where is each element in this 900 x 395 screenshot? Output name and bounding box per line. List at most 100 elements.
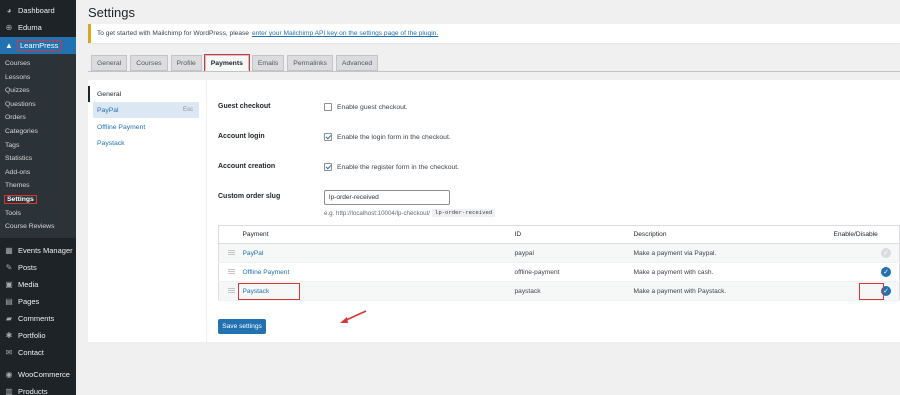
menu-label: Portfolio	[18, 330, 46, 340]
enable-cell: ✓	[833, 243, 900, 263]
drag-handle-cell[interactable]	[218, 281, 243, 301]
table-row: PayPal paypal Make a payment via Paypal.…	[218, 243, 900, 263]
menu-events-manager[interactable]: ▦ Events Manager	[0, 242, 76, 259]
account-creation-checkbox[interactable]	[324, 163, 332, 171]
tab-general[interactable]: General	[91, 55, 128, 71]
menu-posts[interactable]: ✎ Posts	[0, 259, 76, 276]
tab-permalinks[interactable]: Permalinks	[287, 55, 333, 71]
submenu-quizzes[interactable]: Quizzes	[0, 84, 76, 98]
payment-description: Make a payment with Paystack.	[633, 281, 834, 301]
menu-dashboard[interactable]: ◕ Dashboard	[0, 2, 76, 19]
submenu-add-ons[interactable]: Add-ons	[0, 166, 76, 180]
menu-media[interactable]: ▣ Media	[0, 276, 76, 293]
submenu-courses[interactable]: Courses	[0, 57, 76, 71]
menu-contact[interactable]: ✉ Contact	[0, 344, 76, 361]
subnav-paystack[interactable]: Paystack	[88, 135, 204, 151]
menu-comments[interactable]: ▰ Comments	[0, 310, 76, 327]
slug-hint: e.g. http://localhost:10004/lp-checkout/…	[324, 209, 496, 217]
tab-profile[interactable]: Profile	[170, 55, 202, 71]
admin-sidebar: ◕ Dashboard ⊕ Eduma ▲ LearnPress Courses…	[0, 0, 76, 395]
check-circle-icon[interactable]: ✓	[881, 248, 891, 258]
woocommerce-icon: ◉	[5, 369, 13, 379]
save-settings-button[interactable]: Save settings	[218, 319, 266, 334]
menu-label: Posts	[18, 262, 37, 272]
settings-tabs: General Courses Profile Payments Emails …	[91, 54, 379, 72]
enable-cell: ✓	[833, 262, 900, 282]
payment-link[interactable]: PayPal	[243, 250, 264, 257]
drag-handle-cell[interactable]	[218, 243, 243, 263]
tab-courses[interactable]: Courses	[130, 55, 168, 71]
menu-label: Comments	[18, 313, 55, 323]
submenu-settings[interactable]: Settings	[0, 193, 76, 207]
account-login-field[interactable]: Enable the login form in the checkout.	[324, 133, 451, 141]
payment-link[interactable]: Offline Payment	[243, 269, 290, 276]
check-circle-icon[interactable]: ✓	[881, 286, 891, 296]
submenu-orders[interactable]: Orders	[0, 111, 76, 125]
payment-link[interactable]: Paystack	[243, 288, 270, 295]
submenu-tags[interactable]: Tags	[0, 139, 76, 153]
esc-hint: Esc	[182, 107, 193, 113]
subnav-offline-payment[interactable]: Offline Payment	[88, 119, 204, 135]
guest-checkout-field[interactable]: Enable guest checkout.	[324, 103, 408, 111]
tabs-divider	[88, 71, 900, 72]
learnpress-icon: ▲	[5, 41, 13, 50]
account-creation-text: Enable the register form in the checkout…	[337, 163, 460, 171]
account-creation-field[interactable]: Enable the register form in the checkout…	[324, 163, 459, 171]
guest-checkout-text: Enable guest checkout.	[337, 103, 408, 111]
payment-description: Make a payment with cash.	[633, 262, 834, 282]
submenu-course-reviews[interactable]: Course Reviews	[0, 220, 76, 234]
submenu-questions[interactable]: Questions	[0, 98, 76, 112]
menu-label: Products	[18, 386, 48, 395]
table-row: Offline Payment offline-payment Make a p…	[218, 262, 900, 282]
menu-products[interactable]: ▥ Products	[0, 383, 76, 395]
check-circle-icon[interactable]: ✓	[881, 267, 891, 277]
account-login-checkbox[interactable]	[324, 133, 332, 141]
custom-order-slug-input[interactable]: lp-order-received	[324, 190, 450, 205]
drag-column-header	[218, 225, 243, 244]
drag-handle-icon[interactable]	[228, 287, 235, 293]
media-icon: ▣	[5, 279, 13, 289]
drag-handle-icon[interactable]	[228, 249, 235, 255]
menu-learnpress[interactable]: ▲ LearnPress	[0, 37, 76, 54]
submenu-tools[interactable]: Tools	[0, 207, 76, 221]
menu-woocommerce[interactable]: ◉ WooCommerce	[0, 366, 76, 383]
eduma-icon: ⊕	[5, 23, 13, 32]
payment-id: paystack	[514, 281, 634, 301]
learnpress-submenu: Courses Lessons Quizzes Questions Orders…	[0, 54, 76, 238]
portfolio-icon: ✱	[5, 330, 13, 340]
guest-checkout-label: Guest checkout	[218, 103, 271, 110]
mailchimp-notice: To get started with Mailchimp for WordPr…	[88, 24, 900, 43]
submenu-statistics[interactable]: Statistics	[0, 152, 76, 166]
submenu-categories[interactable]: Categories	[0, 125, 76, 139]
col-id: ID	[514, 225, 634, 244]
guest-checkout-checkbox[interactable]	[324, 103, 332, 111]
payment-subnav: General PayPal Esc Offline Payment Payst…	[88, 86, 204, 151]
products-icon: ▥	[5, 386, 13, 395]
subnav-general[interactable]: General	[88, 86, 204, 102]
menu-label: Contact	[18, 347, 44, 357]
menu-label: WooCommerce	[18, 369, 70, 379]
tab-payments[interactable]: Payments	[203, 54, 250, 72]
menu-eduma[interactable]: ⊕ Eduma	[0, 19, 76, 36]
drag-handle-cell[interactable]	[218, 262, 243, 282]
tab-emails[interactable]: Emails	[251, 55, 285, 71]
drag-handle-icon[interactable]	[228, 268, 235, 274]
menu-pages[interactable]: ▤ Pages	[0, 293, 76, 310]
enable-cell: ✓	[833, 281, 900, 301]
payment-id: offline-payment	[514, 262, 634, 282]
payment-gateways-table: Payment ID Description Enable/Disable Pa…	[218, 225, 900, 301]
submenu-themes[interactable]: Themes	[0, 179, 76, 193]
table-header-row: Payment ID Description Enable/Disable	[218, 225, 900, 244]
notice-link[interactable]: enter your Mailchimp API key on the sett…	[252, 30, 438, 37]
account-login-label: Account login	[218, 133, 265, 140]
subnav-divider	[206, 80, 207, 342]
dashboard-icon: ◕	[6, 6, 12, 15]
tab-advanced[interactable]: Advanced	[335, 55, 379, 71]
main-content: Settings To get started with Mailchimp f…	[76, 0, 900, 395]
submenu-lessons[interactable]: Lessons	[0, 71, 76, 85]
slug-hint-text: e.g. http://localhost:10004/lp-checkout/	[324, 209, 430, 217]
col-description: Description	[633, 225, 834, 244]
subnav-paypal-dragging[interactable]: PayPal Esc	[93, 102, 199, 118]
menu-portfolio[interactable]: ✱ Portfolio	[0, 327, 76, 344]
payment-description: Make a payment via Paypal.	[633, 243, 834, 263]
